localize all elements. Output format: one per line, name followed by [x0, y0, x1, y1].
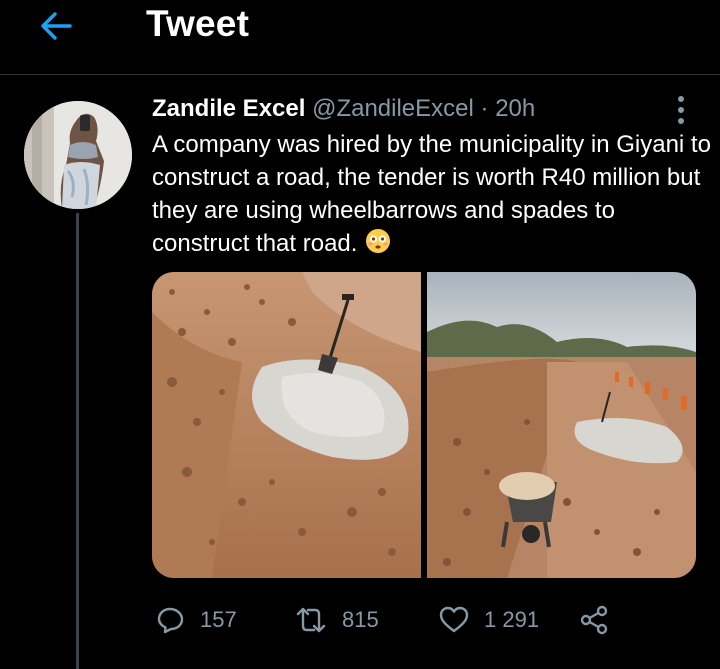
photo-1[interactable] — [152, 272, 421, 578]
retweet-icon — [296, 607, 326, 633]
top-bar: Tweet — [0, 0, 720, 75]
media-gallery — [152, 272, 696, 578]
tweet-text: A company was hired by the municipality … — [152, 131, 711, 257]
more-vertical-icon — [678, 96, 684, 124]
share-icon — [580, 605, 608, 635]
thread-line — [76, 213, 79, 669]
meta-separator: · — [480, 95, 489, 122]
tweet-meta: Zandile Excel @ZandileExcel · 20h — [152, 93, 535, 125]
arrow-left-icon — [41, 12, 72, 40]
retweet-button[interactable]: 815 — [294, 598, 379, 642]
reply-count: 157 — [200, 607, 237, 632]
page-title: Tweet — [146, 3, 250, 44]
reply-icon — [157, 607, 184, 634]
back-button[interactable] — [34, 4, 78, 48]
heart-icon — [439, 606, 469, 633]
share-button[interactable] — [578, 598, 610, 642]
like-count: 1 291 — [484, 607, 540, 632]
tweet-time[interactable]: 20h — [495, 95, 535, 122]
tweet-body: A company was hired by the municipality … — [152, 128, 712, 260]
author-handle[interactable]: @ZandileExcel — [312, 95, 474, 122]
flushed-face-emoji-icon — [366, 229, 391, 253]
like-button[interactable]: 1 291 — [438, 598, 539, 642]
avatar[interactable] — [24, 101, 132, 209]
retweet-count: 815 — [342, 607, 379, 632]
author-name[interactable]: Zandile Excel — [152, 95, 305, 122]
photo-2[interactable] — [427, 272, 696, 578]
tweet-actions: 157 815 1 291 — [152, 598, 672, 642]
reply-button[interactable]: 157 — [156, 598, 237, 642]
more-options-button[interactable] — [667, 94, 695, 126]
